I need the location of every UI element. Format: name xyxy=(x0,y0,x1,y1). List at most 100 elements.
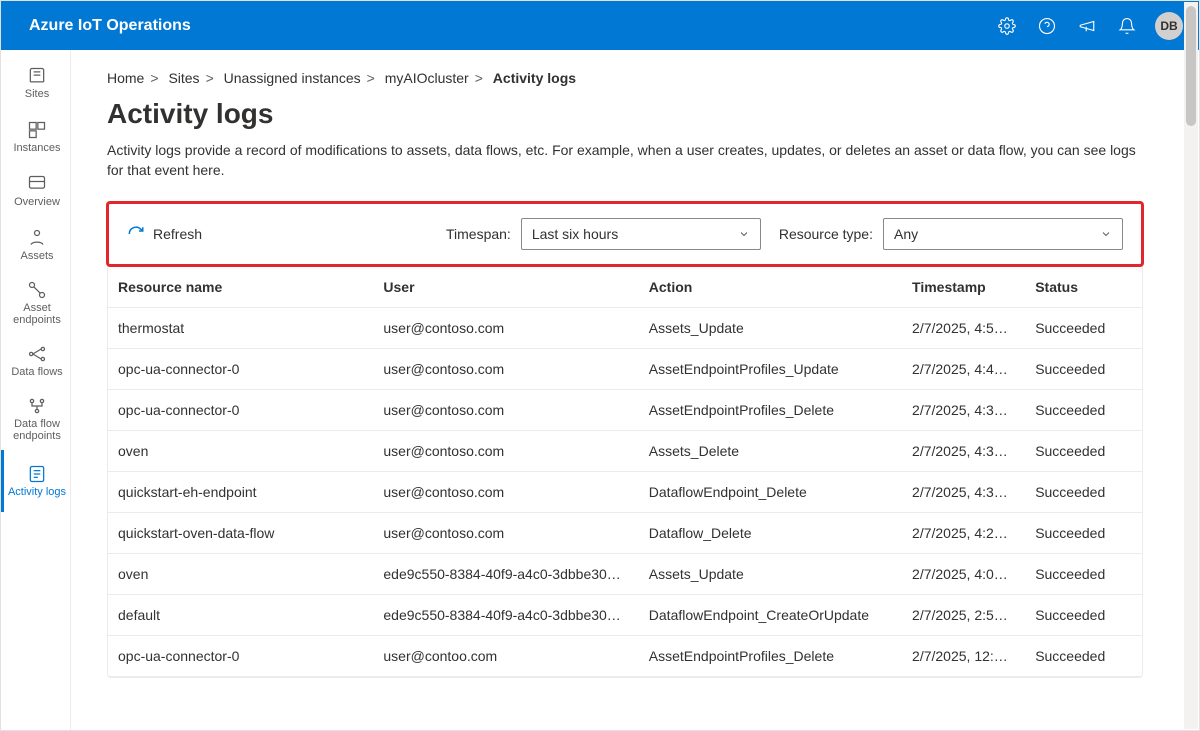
cell-timestamp: 2/7/2025, 4:02:… xyxy=(902,554,1025,595)
cell-action: Dataflow_Delete xyxy=(639,513,902,554)
nav-label: Overview xyxy=(14,196,60,208)
table-row[interactable]: ovenuser@contoso.comAssets_Delete2/7/202… xyxy=(108,431,1142,472)
gear-icon xyxy=(998,17,1016,35)
cell-user: user@contoso.com xyxy=(373,349,638,390)
breadcrumb-link[interactable]: Sites xyxy=(168,70,199,86)
table-row[interactable]: thermostatuser@contoso.comAssets_Update2… xyxy=(108,308,1142,349)
nav-label: Data flows xyxy=(11,366,62,378)
cell-timestamp: 2/7/2025, 4:52:… xyxy=(902,308,1025,349)
breadcrumb-link[interactable]: Home xyxy=(107,70,144,86)
cell-user: ede9c550-8384-40f9-a4c0-3dbbe30… xyxy=(373,595,638,636)
nav-label: Assets xyxy=(20,250,53,262)
nav-label: Data flow endpoints xyxy=(6,418,68,442)
help-button[interactable] xyxy=(1027,6,1067,46)
refresh-label: Refresh xyxy=(153,226,202,242)
col-status[interactable]: Status xyxy=(1025,267,1142,308)
cell-user: user@contoso.com xyxy=(373,513,638,554)
table-row[interactable]: ovenede9c550-8384-40f9-a4c0-3dbbe30…Asse… xyxy=(108,554,1142,595)
overview-icon xyxy=(27,174,47,194)
resource-type-dropdown[interactable]: Any xyxy=(883,218,1123,250)
nav-label: Activity logs xyxy=(8,486,66,498)
cell-timestamp: 2/7/2025, 4:31:… xyxy=(902,431,1025,472)
settings-button[interactable] xyxy=(987,6,1027,46)
nav-assets[interactable]: Assets xyxy=(1,218,70,272)
cell-resource: opc-ua-connector-0 xyxy=(108,390,373,431)
filter-highlight: Refresh Timespan: Last six hours Resourc… xyxy=(106,201,1144,267)
filter-panel: Refresh Timespan: Last six hours Resourc… xyxy=(107,202,1143,678)
cell-resource: thermostat xyxy=(108,308,373,349)
table-row[interactable]: opc-ua-connector-0user@contoso.comAssetE… xyxy=(108,390,1142,431)
cell-resource: quickstart-eh-endpoint xyxy=(108,472,373,513)
nav-data-flows[interactable]: Data flows xyxy=(1,334,70,388)
cell-user: user@contoso.com xyxy=(373,431,638,472)
cell-resource: opc-ua-connector-0 xyxy=(108,636,373,677)
col-resource[interactable]: Resource name xyxy=(108,267,373,308)
nav-data-flow-endpoints[interactable]: Data flow endpoints xyxy=(1,388,70,450)
breadcrumb-link[interactable]: Unassigned instances xyxy=(224,70,361,86)
cell-user: ede9c550-8384-40f9-a4c0-3dbbe30… xyxy=(373,554,638,595)
nav-instances[interactable]: Instances xyxy=(1,110,70,164)
cell-resource: oven xyxy=(108,431,373,472)
nav-asset-endpoints[interactable]: Asset endpoints xyxy=(1,272,70,334)
cell-action: DataflowEndpoint_CreateOrUpdate xyxy=(639,595,902,636)
cell-status: Succeeded xyxy=(1025,472,1142,513)
assets-icon xyxy=(27,228,47,248)
sites-icon xyxy=(27,66,47,86)
cell-action: AssetEndpointProfiles_Delete xyxy=(639,636,902,677)
cell-timestamp: 2/7/2025, 4:30:… xyxy=(902,472,1025,513)
notifications-button[interactable] xyxy=(1107,6,1147,46)
nav-activity-logs[interactable]: Activity logs xyxy=(1,450,70,512)
table-row[interactable]: opc-ua-connector-0user@contoo.comAssetEn… xyxy=(108,636,1142,677)
table-row[interactable]: quickstart-oven-data-flowuser@contoso.co… xyxy=(108,513,1142,554)
activity-logs-table: Resource name User Action Timestamp Stat… xyxy=(108,267,1142,677)
cell-status: Succeeded xyxy=(1025,349,1142,390)
cell-status: Succeeded xyxy=(1025,554,1142,595)
breadcrumb-link[interactable]: myAIOcluster xyxy=(385,70,469,86)
table-header-row: Resource name User Action Timestamp Stat… xyxy=(108,267,1142,308)
cell-action: AssetEndpointProfiles_Delete xyxy=(639,390,902,431)
cell-status: Succeeded xyxy=(1025,390,1142,431)
table-row[interactable]: defaultede9c550-8384-40f9-a4c0-3dbbe30…D… xyxy=(108,595,1142,636)
main-content: Home> Sites> Unassigned instances> myAIO… xyxy=(71,50,1199,730)
cell-action: Assets_Delete xyxy=(639,431,902,472)
cell-user: user@contoo.com xyxy=(373,636,638,677)
col-action[interactable]: Action xyxy=(639,267,902,308)
scrollbar-thumb[interactable] xyxy=(1186,6,1196,126)
breadcrumb-current: Activity logs xyxy=(493,70,576,86)
nav-sites[interactable]: Sites xyxy=(1,56,70,110)
cell-status: Succeeded xyxy=(1025,636,1142,677)
activity-logs-icon xyxy=(27,464,47,484)
cell-action: DataflowEndpoint_Delete xyxy=(639,472,902,513)
help-icon xyxy=(1038,17,1056,35)
timespan-dropdown[interactable]: Last six hours xyxy=(521,218,761,250)
table-row[interactable]: opc-ua-connector-0user@contoso.comAssetE… xyxy=(108,349,1142,390)
cell-resource: quickstart-oven-data-flow xyxy=(108,513,373,554)
table-row[interactable]: quickstart-eh-endpointuser@contoso.comDa… xyxy=(108,472,1142,513)
col-user[interactable]: User xyxy=(373,267,638,308)
cell-status: Succeeded xyxy=(1025,513,1142,554)
user-avatar[interactable]: DB xyxy=(1155,12,1183,40)
page-title: Activity logs xyxy=(107,98,1143,130)
cell-timestamp: 2/7/2025, 2:56:… xyxy=(902,595,1025,636)
resource-type-label: Resource type: xyxy=(779,226,873,242)
cell-status: Succeeded xyxy=(1025,431,1142,472)
cell-user: user@contoso.com xyxy=(373,390,638,431)
cell-timestamp: 2/7/2025, 4:42:… xyxy=(902,349,1025,390)
refresh-icon xyxy=(127,225,145,243)
data-flows-icon xyxy=(27,344,47,364)
nav-label: Sites xyxy=(25,88,49,100)
cell-action: Assets_Update xyxy=(639,554,902,595)
scrollbar[interactable] xyxy=(1184,2,1198,729)
cell-resource: opc-ua-connector-0 xyxy=(108,349,373,390)
topbar: Azure IoT Operations DB xyxy=(1,1,1199,50)
resource-type-value: Any xyxy=(894,226,918,242)
col-timestamp[interactable]: Timestamp xyxy=(902,267,1025,308)
nav-overview[interactable]: Overview xyxy=(1,164,70,218)
cell-action: AssetEndpointProfiles_Update xyxy=(639,349,902,390)
asset-endpoints-icon xyxy=(27,280,47,300)
refresh-button[interactable]: Refresh xyxy=(127,225,202,243)
cell-action: Assets_Update xyxy=(639,308,902,349)
feedback-button[interactable] xyxy=(1067,6,1107,46)
chevron-down-icon xyxy=(1100,228,1112,240)
timespan-label: Timespan: xyxy=(446,226,511,242)
